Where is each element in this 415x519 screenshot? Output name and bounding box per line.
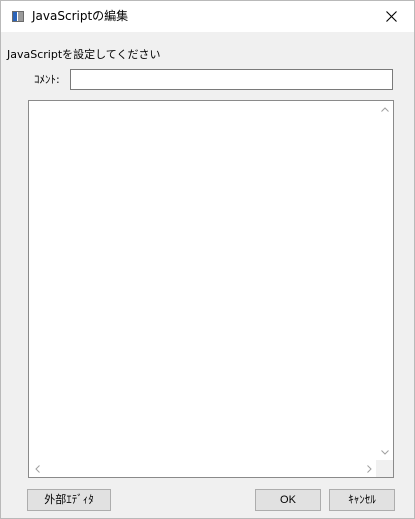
script-textarea[interactable] [29,101,378,461]
scrollbar-corner [376,460,393,477]
scroll-down-button[interactable] [376,444,393,461]
javascript-edit-dialog: JavaScriptの編集 JavaScriptを設定してください ｺﾒﾝﾄ: [0,0,415,519]
instruction-label: JavaScriptを設定してください [7,48,161,61]
comment-input[interactable] [70,69,393,90]
app-window-icon [12,11,24,22]
vertical-scrollbar[interactable] [376,101,393,461]
cancel-button[interactable]: ｷｬﾝｾﾙ [329,489,395,511]
chevron-left-icon [35,464,40,473]
chevron-up-icon [380,107,389,112]
close-icon [385,11,397,22]
chevron-right-icon [367,464,372,473]
title-bar[interactable]: JavaScriptの編集 [1,1,414,32]
scroll-up-button[interactable] [376,101,393,118]
close-button[interactable] [368,1,414,32]
external-editor-button[interactable]: 外部ｴﾃﾞｨﾀ [27,489,111,511]
window-title: JavaScriptの編集 [32,9,129,23]
horizontal-scrollbar[interactable] [29,460,378,477]
script-editor [28,100,394,478]
ok-button[interactable]: OK [255,489,321,511]
chevron-down-icon [380,450,389,455]
scroll-left-button[interactable] [29,460,46,477]
comment-label: ｺﾒﾝﾄ: [34,73,60,86]
